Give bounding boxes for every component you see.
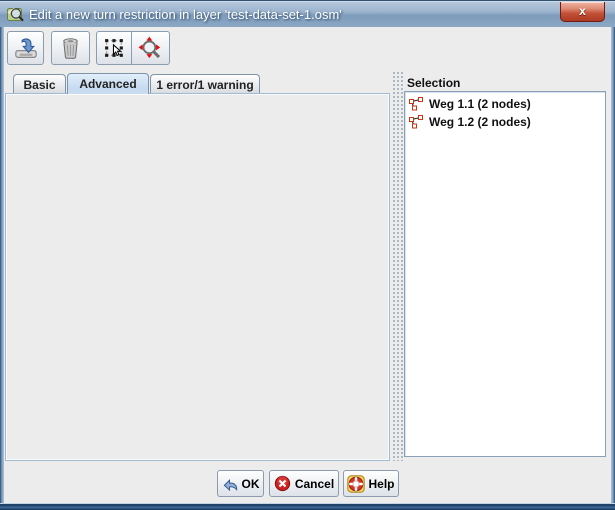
advanced-tab-panel — [5, 93, 390, 461]
titlebar[interactable]: Edit a new turn restriction in layer 'te… — [0, 0, 615, 27]
close-icon: x — [579, 4, 586, 18]
window-border-left — [0, 27, 4, 503]
tab-advanced[interactable]: Advanced — [67, 73, 149, 94]
help-button[interactable]: Help — [343, 470, 399, 497]
list-item[interactable]: Weg 1.1 (2 nodes) — [407, 95, 603, 113]
cancel-icon — [274, 475, 291, 492]
list-item[interactable]: Weg 1.2 (2 nodes) — [407, 113, 603, 131]
window-border-bottom — [0, 503, 615, 510]
selection-item-label: Weg 1.1 (2 nodes) — [429, 97, 531, 111]
tab-advanced-label: Advanced — [79, 77, 136, 91]
split-pane-divider[interactable] — [391, 70, 403, 461]
way-icon — [409, 115, 423, 129]
help-lifering-icon — [347, 475, 365, 493]
zoom-to-selection-icon — [138, 36, 163, 61]
apply-button[interactable] — [7, 31, 44, 65]
cancel-button[interactable]: Cancel — [269, 470, 339, 497]
apply-icon — [14, 36, 38, 60]
close-button[interactable]: x — [560, 2, 605, 22]
select-members-button[interactable] — [96, 31, 132, 65]
delete-button[interactable] — [51, 31, 90, 65]
tab-basic[interactable]: Basic — [13, 74, 66, 94]
turn-restriction-editor-dialog: Edit a new turn restriction in layer 'te… — [0, 0, 615, 510]
ok-arrow-icon — [222, 475, 239, 492]
cancel-button-label: Cancel — [295, 477, 334, 491]
zoom-to-selection-button[interactable] — [131, 31, 170, 65]
tab-basic-label: Basic — [23, 78, 55, 92]
delete-icon — [59, 36, 82, 61]
selection-item-label: Weg 1.2 (2 nodes) — [429, 115, 531, 129]
window-title: Edit a new turn restriction in layer 'te… — [29, 7, 342, 22]
tab-errors-warnings[interactable]: 1 error/1 warning — [150, 74, 260, 94]
josm-logo-icon — [7, 6, 24, 23]
ok-button-label: OK — [242, 477, 260, 491]
help-button-label: Help — [368, 477, 394, 491]
way-icon — [409, 97, 423, 111]
selection-list: Weg 1.1 (2 nodes) Weg 1.2 (2 nodes) — [404, 91, 606, 457]
window-border-right — [611, 27, 615, 503]
tab-errors-label: 1 error/1 warning — [156, 78, 253, 92]
ok-button[interactable]: OK — [217, 470, 264, 497]
select-icon — [103, 37, 126, 60]
selection-panel-title: Selection — [407, 76, 460, 90]
